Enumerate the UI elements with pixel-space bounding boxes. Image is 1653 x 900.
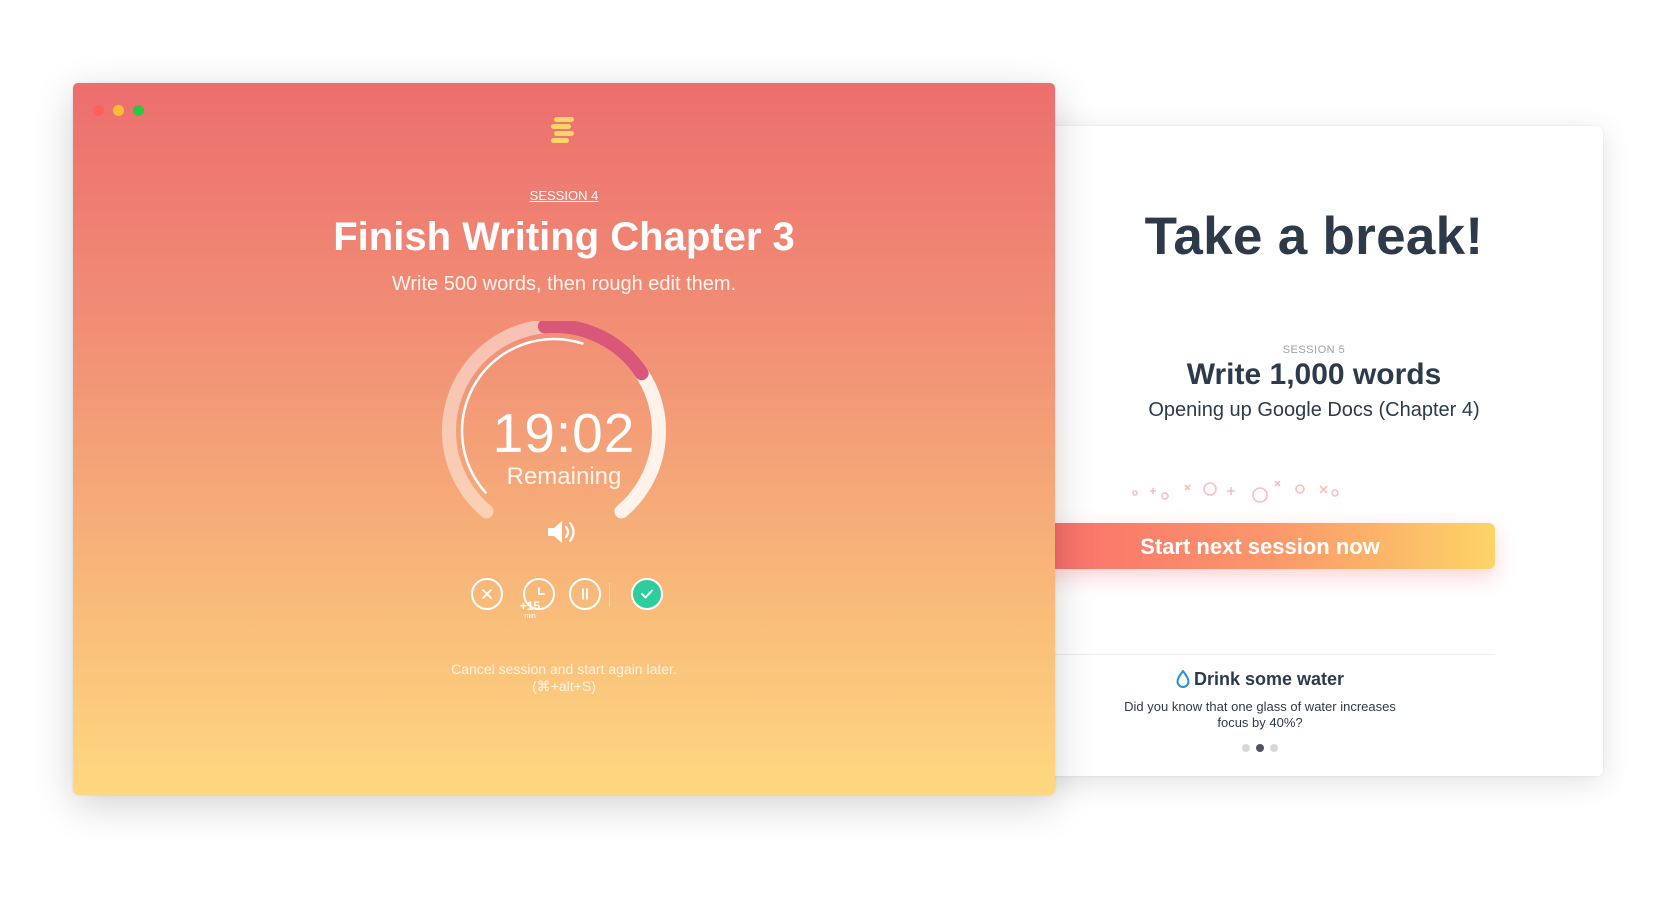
timer-elapsed-arc: [537, 321, 649, 381]
timer-value: 19:02: [492, 402, 636, 464]
pager-dot[interactable]: [1242, 744, 1250, 752]
next-session-kicker: SESSION 5: [1282, 344, 1346, 356]
timer-label: Remaining: [506, 463, 622, 490]
close-window-button[interactable]: [93, 105, 104, 116]
water-drop-icon: [1176, 669, 1190, 693]
timer-window: SESSION 4 Finish Writing Chapter 3 Write…: [73, 83, 1055, 795]
minimize-window-button[interactable]: [113, 105, 124, 116]
pager-dot-active[interactable]: [1256, 744, 1264, 752]
pause-icon: [582, 588, 588, 600]
next-session-description: Opening up Google Docs (Chapter 4): [1148, 399, 1480, 421]
cancel-hint: Cancel session and start again later. (⌘…: [73, 661, 1055, 695]
session-kicker-link[interactable]: SESSION 4: [73, 188, 1055, 203]
controls-separator: [609, 583, 610, 607]
check-icon: [641, 589, 653, 599]
cancel-hint-shortcut: (⌘+alt+S): [532, 678, 596, 694]
complete-session-button[interactable]: [631, 578, 663, 610]
tip-body: Did you know that one glass of water inc…: [1025, 699, 1495, 731]
pause-button[interactable]: [569, 578, 601, 610]
app-logo: [551, 117, 574, 143]
maximize-window-button[interactable]: [133, 105, 144, 116]
divider: [1025, 654, 1495, 655]
window-controls: [93, 103, 153, 121]
tip-title: Drink some water: [1025, 669, 1495, 693]
tip-pager: [1025, 739, 1495, 757]
session-description: Write 500 words, then rough edit them.: [391, 273, 737, 295]
next-session-title: Write 1,000 words: [1186, 358, 1442, 391]
close-icon: [482, 589, 492, 599]
speaker-icon[interactable]: [545, 517, 579, 547]
extend-unit: min: [524, 613, 536, 620]
tip-body-text: Did you know that one glass of water inc…: [1124, 699, 1396, 730]
cancel-session-button[interactable]: [471, 578, 503, 610]
start-next-session-button[interactable]: Start next session now: [1025, 523, 1495, 569]
break-window: Take a break! SESSION 5 Write 1,000 word…: [1025, 126, 1603, 776]
session-title: Finish Writing Chapter 3: [333, 215, 795, 259]
break-title: Take a break!: [1144, 207, 1484, 266]
cancel-hint-text: Cancel session and start again later.: [451, 661, 677, 677]
pager-dot[interactable]: [1270, 744, 1278, 752]
tip-title-text: Drink some water: [1193, 669, 1345, 689]
extend-label: +15: [519, 599, 541, 613]
